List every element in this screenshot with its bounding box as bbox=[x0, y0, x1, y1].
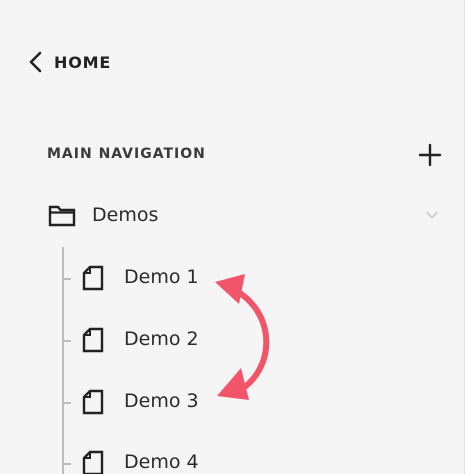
tree-connector-tick bbox=[62, 402, 71, 404]
section-title: MAIN NAVIGATION bbox=[47, 146, 206, 162]
page-label: Demo 2 bbox=[124, 328, 199, 350]
page-icon bbox=[82, 265, 104, 291]
tree-connector-tick bbox=[62, 340, 71, 342]
folder-icon bbox=[48, 203, 76, 227]
back-home-label: HOME bbox=[54, 52, 112, 72]
plus-icon bbox=[418, 143, 442, 167]
page-label: Demo 3 bbox=[124, 390, 199, 412]
tree-connector-tick bbox=[62, 463, 71, 465]
page-icon bbox=[82, 450, 104, 474]
add-page-button[interactable] bbox=[417, 142, 443, 168]
tree-connector-tick bbox=[62, 278, 71, 280]
page-label: Demo 4 bbox=[124, 451, 199, 473]
page-icon bbox=[82, 327, 104, 353]
page-item-demo-4[interactable]: Demo 4 bbox=[62, 446, 382, 474]
reorder-arrow-icon bbox=[205, 270, 285, 410]
chevron-left-icon bbox=[28, 51, 44, 73]
folder-item-demos[interactable]: Demos bbox=[46, 200, 446, 232]
back-home-button[interactable]: HOME bbox=[28, 48, 111, 76]
navigation-panel: HOME MAIN NAVIGATION Demos Demo 1 Demo 2… bbox=[0, 0, 465, 474]
main-navigation-header: MAIN NAVIGATION bbox=[47, 140, 447, 170]
page-icon bbox=[82, 389, 104, 415]
chevron-down-icon[interactable] bbox=[425, 210, 439, 220]
folder-label: Demos bbox=[92, 204, 159, 226]
page-label: Demo 1 bbox=[124, 266, 199, 288]
